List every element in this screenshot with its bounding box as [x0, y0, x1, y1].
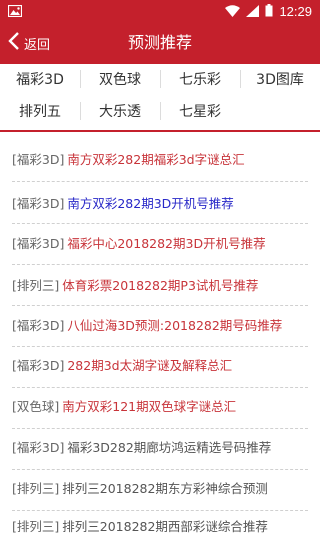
nav-bar: 返回 预测推荐	[0, 22, 320, 64]
article-tag: [排列三]	[12, 278, 60, 293]
list-item[interactable]: [福彩3D] 福彩3D282期廊坊鸿运精选号码推荐	[0, 428, 320, 465]
article-title: 南方双彩282期3D开机号推荐	[67, 196, 234, 211]
article-tag: [福彩3D]	[12, 358, 65, 373]
list-item[interactable]: [排列三] 排列三2018282期东方彩神综合预测	[0, 469, 320, 506]
item-divider	[12, 181, 308, 182]
list-item[interactable]: [排列三] 排列三2018282期西部彩谜综合推荐	[0, 507, 320, 534]
list-item[interactable]: [福彩3D] 南方双彩282期福彩3d字谜总汇	[0, 140, 320, 177]
article-title: 南方双彩282期福彩3d字谜总汇	[67, 152, 245, 167]
article-title: 排列三2018282期东方彩神综合预测	[62, 481, 268, 496]
tab-qixingcai[interactable]: 七星彩	[160, 96, 240, 126]
article-tag: [福彩3D]	[12, 236, 65, 251]
status-time: 12:29	[279, 3, 312, 19]
back-label: 返回	[24, 37, 51, 53]
status-bar: 12:29	[0, 0, 320, 22]
article-title: 排列三2018282期西部彩谜综合推荐	[62, 519, 268, 534]
article-list: [福彩3D] 南方双彩282期福彩3d字谜总汇 [福彩3D] 南方双彩282期3…	[0, 140, 320, 534]
tab-fucai-3d[interactable]: 福彩3D	[0, 64, 80, 94]
article-tag: [福彩3D]	[12, 440, 65, 455]
article-title: 八仙过海3D预测:2018282期号码推荐	[67, 318, 283, 333]
article-tag: [福彩3D]	[12, 318, 65, 333]
tab-qilecai[interactable]: 七乐彩	[160, 64, 240, 94]
list-item[interactable]: [排列三] 体育彩票2018282期P3试机号推荐	[0, 266, 320, 303]
article-tag: [排列三]	[12, 519, 60, 534]
list-item[interactable]: [双色球] 南方双彩121期双色球字谜总汇	[0, 387, 320, 424]
list-item[interactable]: [福彩3D] 八仙过海3D预测:2018282期号码推荐	[0, 306, 320, 343]
signal-icon	[246, 2, 260, 21]
back-button[interactable]: 返回	[8, 22, 50, 64]
tab-daletou[interactable]: 大乐透	[80, 96, 160, 126]
tab-shuangseqiu[interactable]: 双色球	[80, 64, 160, 94]
article-title: 福彩3D282期廊坊鸿运精选号码推荐	[67, 440, 272, 455]
article-tag: [福彩3D]	[12, 152, 65, 167]
article-tag: [福彩3D]	[12, 196, 65, 211]
chevron-left-icon	[8, 32, 20, 54]
article-title: 南方双彩121期双色球字谜总汇	[62, 399, 237, 414]
article-tag: [排列三]	[12, 481, 60, 496]
article-tag: [双色球]	[12, 399, 60, 414]
list-item[interactable]: [福彩3D] 福彩中心2018282期3D开机号推荐	[0, 224, 320, 261]
article-title: 体育彩票2018282期P3试机号推荐	[62, 278, 259, 293]
list-item[interactable]: [福彩3D] 282期3d太湖字谜及解释总汇	[0, 346, 320, 383]
article-title: 福彩中心2018282期3D开机号推荐	[67, 236, 266, 251]
lottery-tabs: 福彩3D 双色球 七乐彩 3D图库 排列五 大乐透 七星彩	[0, 64, 320, 132]
image-notification-icon	[7, 2, 23, 21]
wifi-icon	[225, 2, 241, 21]
article-title: 282期3d太湖字谜及解释总汇	[67, 358, 233, 373]
battery-icon	[265, 2, 273, 21]
tab-3d-gallery[interactable]: 3D图库	[240, 64, 320, 94]
item-divider	[12, 264, 308, 265]
tab-pailiewu[interactable]: 排列五	[0, 96, 80, 126]
list-item[interactable]: [福彩3D] 南方双彩282期3D开机号推荐	[0, 184, 320, 221]
